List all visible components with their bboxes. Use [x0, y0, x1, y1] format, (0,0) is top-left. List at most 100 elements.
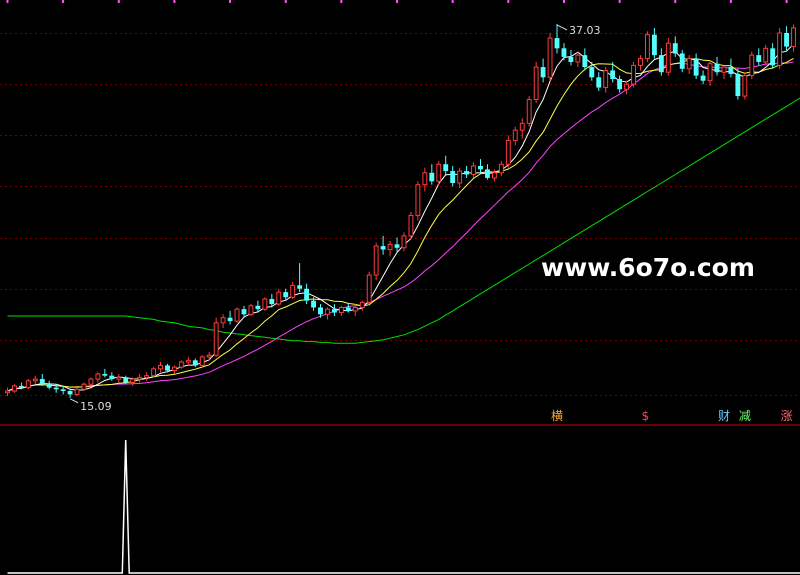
- candle-body-up: [144, 375, 150, 378]
- ma5-line: [7, 43, 794, 392]
- candle-body-down: [582, 55, 588, 68]
- candle-body-up: [373, 245, 379, 276]
- candle-body-up: [547, 37, 553, 78]
- top-marker: [6, 0, 9, 3]
- candle-body-down: [540, 67, 546, 78]
- low-pointer: [69, 398, 79, 404]
- candle-body-up: [178, 361, 184, 368]
- candle-body-down: [651, 34, 657, 56]
- candle-body-up: [777, 32, 783, 66]
- indicator-line: [7, 439, 800, 574]
- candlestick-series: [5, 23, 796, 398]
- candle-body-down: [700, 75, 706, 81]
- candle-body-down: [679, 53, 685, 69]
- candle-body-up: [631, 64, 636, 85]
- candle-body-down: [561, 48, 567, 57]
- candle-body-up: [137, 376, 143, 380]
- candle-body-up: [512, 129, 518, 141]
- candle-body-up: [665, 42, 671, 73]
- candle-body-up: [686, 58, 692, 70]
- candle-body-down: [67, 391, 73, 395]
- candle-body-down: [478, 165, 483, 170]
- candle-body-up: [575, 54, 581, 63]
- candle-body-up: [74, 388, 80, 395]
- candle-body-down: [568, 56, 574, 62]
- candle-body-up: [213, 322, 219, 356]
- candle-body-up: [325, 308, 330, 315]
- candle-body-down: [589, 67, 595, 78]
- candle-body-down: [241, 309, 247, 315]
- top-marker: [173, 0, 176, 3]
- signal-label: 减: [739, 409, 751, 423]
- ma20-polyline: [7, 61, 794, 392]
- candle-body-down: [227, 317, 233, 322]
- candle-body-up: [742, 75, 748, 97]
- candle-body-down: [756, 55, 762, 62]
- candle-body-up: [338, 306, 344, 314]
- candle-body-up: [359, 301, 365, 308]
- candle-body-up: [638, 58, 643, 66]
- candle-body-up: [603, 69, 609, 89]
- top-marker: [340, 0, 343, 3]
- candle-body-up: [220, 317, 226, 324]
- signal-label: 横: [551, 409, 563, 423]
- candle-body-down: [192, 360, 198, 366]
- ma60-polyline: [7, 97, 800, 344]
- candle-body-up: [721, 66, 727, 73]
- candle-body-up: [624, 83, 630, 90]
- candle-body-down: [429, 172, 435, 182]
- indicator-panel: [7, 439, 800, 574]
- candle-body-up: [206, 354, 212, 358]
- candle-body-down: [331, 309, 337, 313]
- ma10-polyline: [7, 57, 794, 392]
- candle-body-up: [491, 172, 497, 179]
- candle-body-up: [498, 163, 504, 174]
- candle-body-up: [151, 368, 156, 377]
- ma20-line: [7, 61, 794, 392]
- candle-body-up: [95, 373, 101, 380]
- candle-body-up: [707, 63, 713, 82]
- candle-body-down: [345, 307, 351, 311]
- candle-body-up: [526, 98, 532, 124]
- candle-body-up: [32, 378, 38, 382]
- candle-body-up: [645, 34, 650, 60]
- top-marker: [396, 0, 399, 3]
- candle-body-up: [88, 378, 94, 385]
- candle-body-down: [123, 377, 129, 383]
- candle-body-up: [276, 291, 282, 305]
- top-marker: [62, 0, 65, 3]
- candle-body-down: [450, 171, 456, 184]
- price-annotations: 37.03 15.09: [69, 24, 601, 413]
- candle-body-up: [81, 383, 87, 390]
- candle-body-up: [199, 356, 205, 366]
- top-marker: [507, 0, 510, 3]
- candle-body-down: [102, 373, 108, 376]
- candle-body-down: [297, 285, 303, 289]
- candle-body-down: [596, 77, 602, 88]
- top-marker: [785, 0, 788, 3]
- candle-body-up: [171, 366, 177, 372]
- candle-body-up: [457, 170, 463, 184]
- candle-body-up: [791, 27, 796, 48]
- watermark-text: www.6o7o.com: [541, 253, 755, 282]
- candle-body-down: [485, 169, 490, 178]
- candle-body-down: [53, 387, 59, 390]
- top-marker: [618, 0, 621, 3]
- candle-body-up: [352, 306, 358, 312]
- top-marker: [562, 0, 565, 3]
- candle-body-up: [116, 376, 122, 380]
- candle-body-up: [366, 274, 372, 303]
- candle-body-down: [255, 305, 261, 310]
- top-marker: [117, 0, 120, 3]
- candle-body-down: [784, 32, 790, 47]
- top-marker: [674, 0, 677, 3]
- candle-body-down: [46, 384, 52, 388]
- candle-body-down: [60, 389, 66, 392]
- candle-body-down: [283, 292, 289, 298]
- candle-body-up: [749, 54, 755, 77]
- high-pointer: [556, 24, 568, 31]
- candle-body-down: [464, 171, 470, 175]
- candle-body-up: [25, 380, 31, 389]
- candle-body-down: [728, 67, 734, 74]
- candle-body-down: [735, 73, 741, 97]
